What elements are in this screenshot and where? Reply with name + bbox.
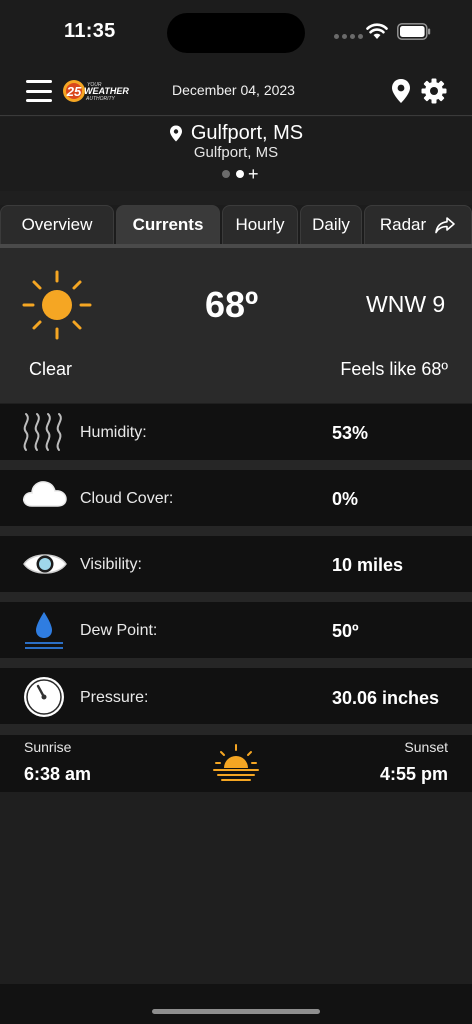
current-condition: Clear [29,359,73,379]
tab-overview[interactable]: Overview [0,205,114,245]
station-logo: 25 YOUR WEATHER AUTHORITY [62,78,142,104]
current-temperature: 68º [205,284,259,325]
cloud-icon [23,481,67,507]
tab-currents[interactable]: Currents [116,205,220,245]
cloud-cover-label: Cloud Cover: [80,490,174,507]
sunrise-label: Sunrise [24,739,72,755]
home-indicator[interactable] [152,1009,320,1014]
menu-icon[interactable] [26,80,52,102]
pressure-label: Pressure: [80,689,149,706]
pressure-value: 30.06 inches [332,688,440,708]
location-pin-icon[interactable] [390,78,412,104]
dew-point-value: 50º [332,621,359,641]
logo-text-bottom: AUTHORITY [85,96,116,102]
dynamic-island [167,13,305,53]
feels-like: Feels like 68º [340,359,448,379]
tab-daily[interactable]: Daily [300,205,362,245]
row-divider [0,658,472,668]
page-dot[interactable] [222,170,230,178]
status-time: 11:35 [64,20,116,42]
gauge-icon [24,677,64,717]
tab-radar-label: Radar [379,215,427,234]
sunset-label: Sunset [404,739,448,755]
location-selector[interactable]: Gulfport, MS [0,122,472,145]
sun-icon [22,270,92,340]
humidity-icon [23,413,62,451]
page-dot-active[interactable] [236,170,244,178]
wifi-icon [366,23,388,39]
detail-row-dew-point [0,602,472,658]
sunset-time: 4:55 pm [379,764,448,784]
humidity-label: Humidity: [80,424,147,441]
logo-text-mid: WEATHER [84,86,129,96]
row-divider [0,724,472,735]
cloud-cover-value: 0% [332,489,359,509]
tab-radar[interactable]: Radar [364,205,472,245]
add-location-button[interactable]: + [248,165,259,183]
gear-icon[interactable] [421,78,447,104]
tab-hourly[interactable]: Hourly [222,205,298,245]
location-page-indicator[interactable]: + [222,165,259,183]
visibility-value: 10 miles [332,555,404,575]
visibility-label: Visibility: [80,556,142,573]
location-subtitle: Gulfport, MS [193,144,279,161]
share-arrow-icon [435,217,455,234]
eye-icon [23,554,67,574]
battery-icon [397,23,431,40]
humidity-value: 53% [332,423,369,443]
detail-row-humidity [0,404,472,460]
dew-point-label: Dew Point: [80,622,158,639]
logo-number: 25 [66,84,82,99]
header-date: December 04, 2023 [172,82,295,98]
row-divider [0,460,472,470]
location-name: Gulfport, MS [190,122,304,144]
bottom-bar [0,984,472,1024]
water-drop-icon [25,612,63,649]
detail-row-cloud-cover [0,470,472,526]
cellular-signal-icon [334,34,363,39]
sunset-icon [213,744,259,781]
sunrise-time: 6:38 am [24,764,92,784]
location-marker-icon [169,125,182,142]
row-divider [0,592,472,602]
row-divider [0,526,472,536]
current-wind: WNW 9 [366,291,446,317]
